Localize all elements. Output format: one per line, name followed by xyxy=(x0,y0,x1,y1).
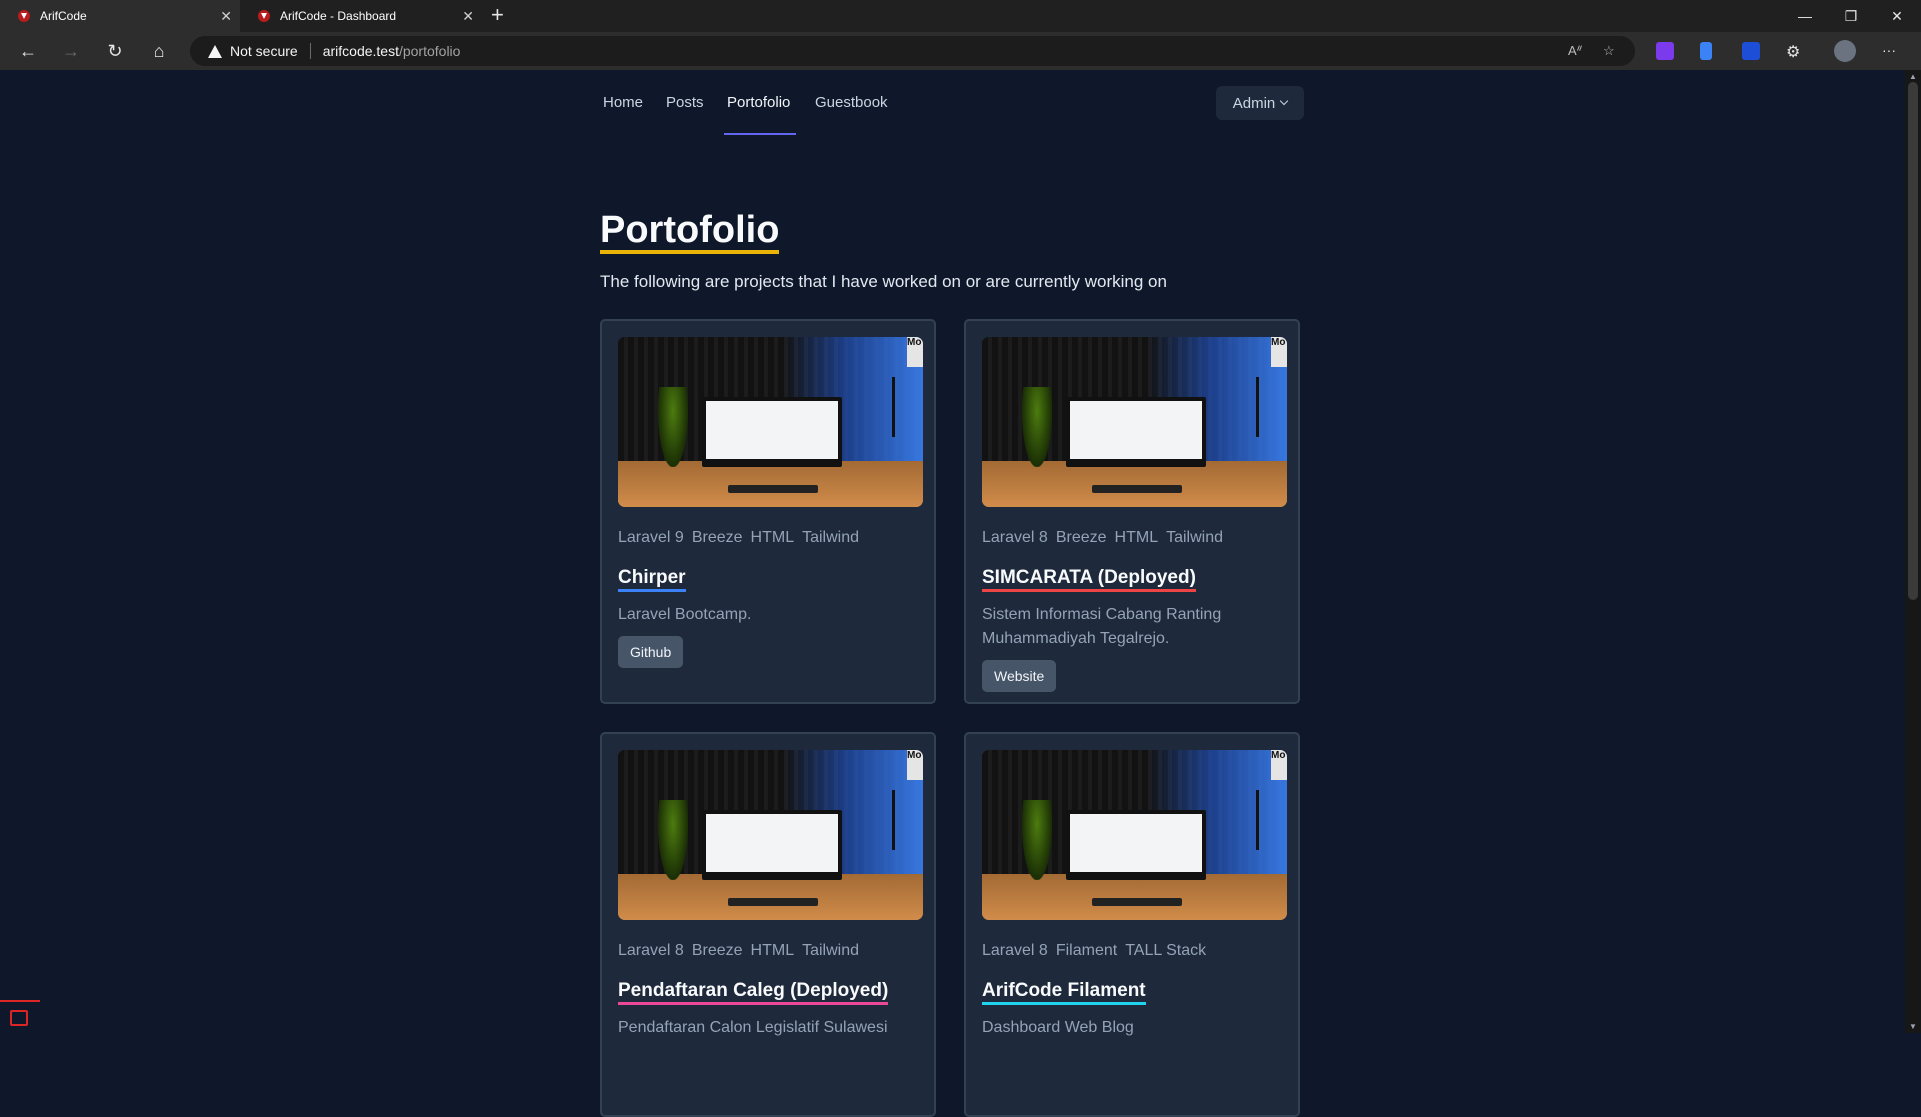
laravel-favicon-icon xyxy=(18,10,30,22)
scrollbar-thumb[interactable] xyxy=(1908,82,1918,600)
read-aloud-icon[interactable]: Aᐥ xyxy=(1568,43,1583,59)
extension-icon[interactable] xyxy=(1656,42,1674,60)
url-bar[interactable]: Not secure arifcode.test/portofolio Aᐥ ☆ xyxy=(190,36,1635,66)
extensions-puzzle-icon[interactable]: ⚙ xyxy=(1786,42,1804,61)
tab-dashboard[interactable]: ArifCode - Dashboard ✕ xyxy=(240,0,482,32)
project-name[interactable]: Chirper xyxy=(618,567,686,592)
close-icon[interactable]: ✕ xyxy=(462,8,474,24)
project-name[interactable]: SIMCARATA (Deployed) xyxy=(982,567,1196,592)
scroll-down-icon[interactable]: ▼ xyxy=(1908,1022,1918,1031)
active-nav-indicator xyxy=(724,133,796,135)
url-host: arifcode.test xyxy=(322,43,399,59)
minimize-button[interactable]: — xyxy=(1782,0,1828,32)
project-thumbnail: Mo xyxy=(618,750,923,920)
browser-tab-bar: ArifCode ✕ ArifCode - Dashboard ✕ + — ❐ … xyxy=(0,0,1921,32)
tech-tags: Laravel 8 Breeze HTML Tailwind xyxy=(982,529,1224,546)
project-card: Mo Laravel 8 Filament TALL Stack ArifCode … xyxy=(964,732,1300,1117)
project-thumbnail: Mo xyxy=(982,750,1287,920)
tab-label: ArifCode xyxy=(40,9,87,23)
nav-link-home[interactable]: Home xyxy=(603,94,643,111)
page-title: Portofolio xyxy=(600,210,780,254)
tab-arifcode[interactable]: ArifCode ✕ xyxy=(0,0,240,32)
warning-icon xyxy=(208,44,222,58)
website-button[interactable]: Website xyxy=(982,660,1057,692)
reload-button[interactable]: ↻ xyxy=(101,39,129,63)
tab-label: ArifCode - Dashboard xyxy=(280,9,397,23)
project-description: Sistem Informasi Cabang Ranting Muhammad… xyxy=(982,606,1222,647)
project-description: Pendaftaran Calon Legislatif Sulawesi xyxy=(618,1019,888,1036)
nav-link-posts[interactable]: Posts xyxy=(666,94,704,111)
translate-extension-icon[interactable] xyxy=(1742,42,1760,60)
nav-link-portofolio[interactable]: Portofolio xyxy=(727,94,790,111)
tech-tags: Laravel 8 Filament TALL Stack xyxy=(982,942,1207,959)
url-path: /portofolio xyxy=(398,43,461,59)
laravel-debug-icon[interactable] xyxy=(0,1000,40,1035)
tech-tags: Laravel 9 Breeze HTML Tailwind xyxy=(618,529,860,546)
top-navigation xyxy=(600,70,1305,136)
chevron-down-icon xyxy=(1280,96,1289,106)
new-tab-button[interactable]: + xyxy=(491,4,504,26)
page-content: Home Posts Portofolio Guestbook Admin Po… xyxy=(0,70,1905,1117)
restore-button[interactable]: ❐ xyxy=(1828,0,1874,32)
extension-icon[interactable] xyxy=(1700,42,1712,60)
security-label[interactable]: Not secure xyxy=(230,43,298,59)
github-button[interactable]: Github xyxy=(618,636,684,668)
address-toolbar: ← → ↻ ⌂ Not secure arifcode.test/portofo… xyxy=(0,32,1921,70)
menu-ellipsis-icon[interactable]: ··· xyxy=(1882,42,1900,60)
back-button[interactable]: ← xyxy=(14,39,42,63)
scroll-up-icon[interactable]: ▲ xyxy=(1908,72,1918,81)
page-subtitle: The following are projects that I have w… xyxy=(600,272,1167,291)
project-description: Dashboard Web Blog xyxy=(982,1019,1134,1036)
admin-dropdown[interactable]: Admin xyxy=(1216,86,1304,120)
forward-button[interactable]: → xyxy=(57,39,85,63)
project-thumbnail: Mo xyxy=(618,337,923,507)
tech-tags: Laravel 8 Breeze HTML Tailwind xyxy=(618,942,860,959)
window-close-button[interactable]: ✕ xyxy=(1874,0,1920,32)
favorite-star-icon[interactable]: ☆ xyxy=(1603,43,1615,59)
project-card: Mo Laravel 8 Breeze HTML Tailwind SIMCARATA… xyxy=(964,319,1300,704)
close-icon[interactable]: ✕ xyxy=(220,8,232,24)
admin-label: Admin xyxy=(1232,94,1276,112)
profile-avatar[interactable] xyxy=(1834,40,1856,62)
divider xyxy=(309,43,311,59)
project-name[interactable]: Pendaftaran Caleg (Deployed) xyxy=(618,980,889,1005)
laravel-favicon-icon xyxy=(258,10,270,22)
project-description: Laravel Bootcamp. xyxy=(618,606,752,623)
project-card: Mo Laravel 8 Breeze HTML Tailwind Pendaftar… xyxy=(600,732,936,1117)
nav-link-guestbook[interactable]: Guestbook xyxy=(815,94,888,111)
project-name[interactable]: ArifCode Filament xyxy=(982,980,1146,1005)
home-button[interactable]: ⌂ xyxy=(145,39,173,63)
project-card: Mo Laravel 9 Breeze HTML Tailwind Chirper L… xyxy=(600,319,936,704)
project-thumbnail: Mo xyxy=(982,337,1287,507)
